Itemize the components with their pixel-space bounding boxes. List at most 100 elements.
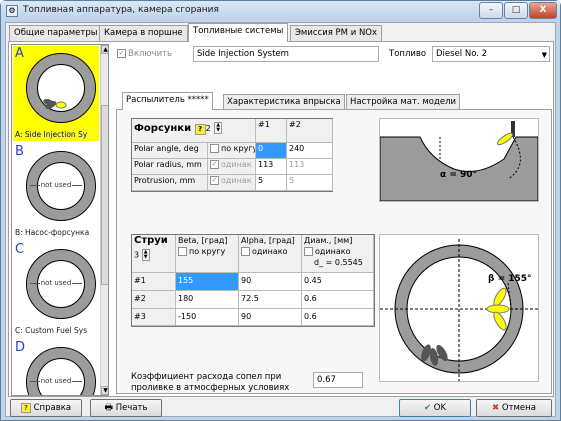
list-item[interactable]: D not used — [13, 340, 99, 395]
jets-title: Струи — [134, 235, 168, 246]
option-label: одинак — [221, 176, 252, 185]
table-cell[interactable]: 0.6 — [302, 291, 374, 309]
table-cell[interactable]: 5 — [287, 175, 333, 191]
help-icon[interactable]: ? — [194, 124, 206, 135]
enable-label: Включить — [128, 49, 173, 59]
chamber-top-icon: β = 155° — [380, 239, 538, 381]
scroll-up-icon[interactable]: ▲ — [101, 45, 108, 54]
ok-label: OK — [433, 403, 447, 413]
table-cell[interactable]: 0.45 — [302, 273, 374, 291]
cancel-label: Отмена — [501, 403, 536, 413]
print-label: Печать — [115, 403, 148, 413]
not-used-label: not used — [13, 377, 99, 385]
table-cell[interactable]: 113 — [287, 159, 333, 175]
chevron-down-icon: ▼ — [541, 51, 547, 59]
table-cell[interactable]: 113 — [256, 159, 287, 175]
close-button[interactable]: X — [529, 2, 557, 19]
not-used-label: not used — [13, 181, 99, 189]
fuel-label: Топливо — [389, 49, 427, 59]
subtab-injection-profile[interactable]: Характеристика впрыска — [223, 94, 345, 109]
table-cell[interactable]: 90 — [239, 273, 302, 291]
beta-angle-label: β = 155° — [488, 274, 532, 284]
tab-general[interactable]: Общие параметры — [9, 25, 103, 41]
side-view-diagram: α = 90° — [379, 118, 539, 202]
window-title: Топливная аппаратура, камера сгорания — [23, 5, 219, 15]
table-cell[interactable]: -150 — [176, 309, 239, 326]
alpha-header: Alpha, [град] одинако — [239, 235, 302, 273]
question-icon: ? — [20, 402, 31, 413]
item-letter: B — [15, 144, 24, 159]
item-caption: A: Side Injection Sy — [15, 130, 88, 139]
table-cell[interactable]: 90 — [239, 309, 302, 326]
injectors-count[interactable]: 2 — [206, 124, 211, 133]
subtab-model-tuning[interactable]: Настройка мат. модели — [346, 94, 461, 109]
coef-label-line1: Коэффициент расхода сопел при — [131, 372, 282, 382]
list-item[interactable]: A A: Side Injection Sy — [13, 46, 99, 141]
list-item[interactable]: C not used C: Custom Fuel Sys — [13, 242, 99, 337]
spinner-icon[interactable]: ▲ ▼ — [141, 249, 150, 261]
injector-col-2: #2 — [287, 119, 333, 143]
enable-checkbox[interactable]: ✓ Включить — [117, 49, 172, 59]
list-scrollbar[interactable]: ▲ ▼ — [100, 45, 108, 395]
spray-icon — [43, 99, 67, 109]
scroll-down-icon[interactable]: ▼ — [101, 386, 108, 395]
alpha-option[interactable]: одинако — [252, 247, 287, 256]
ok-button[interactable]: ✔ OK — [399, 399, 471, 417]
spinner-icon[interactable]: ▲ ▼ — [214, 122, 223, 134]
table-cell[interactable]: 72.5 — [239, 291, 302, 309]
diam-header: Диам., [мм] одинако d_ = 0.5545 — [302, 235, 374, 273]
table-cell[interactable]: 0 — [256, 143, 287, 159]
subtab-sprayer[interactable]: Распылитель ***** — [122, 92, 213, 110]
main-window: ⚙ Топливная аппаратура, камера сгорания … — [0, 0, 561, 421]
table-cell[interactable]: 5 — [256, 175, 287, 191]
tab-emissions[interactable]: Эмиссия PM и NOx — [290, 25, 383, 41]
cancel-button[interactable]: ✖ Отмена — [476, 399, 552, 417]
item-caption: B: Насос-форсунка — [15, 228, 90, 237]
row-label: Polar angle, deg — [132, 143, 208, 159]
table-cell[interactable]: 180 — [176, 291, 239, 309]
coef-label: Коэффициент расхода сопел при проливке в … — [131, 372, 289, 394]
row-label: #3 — [132, 309, 176, 326]
option-label: одинак — [221, 160, 252, 169]
beta-title: Beta, [град] — [178, 236, 228, 245]
fuel-select[interactable]: Diesel No. 2 ▼ — [432, 46, 550, 62]
minimize-button[interactable]: – — [479, 2, 503, 19]
injectors-header: Форсунки ? 2 ▲ ▼ — [132, 119, 256, 143]
row-option[interactable]: по кругу — [208, 143, 256, 159]
help-label: Справка — [33, 403, 72, 413]
printer-icon: 🖶 — [104, 403, 113, 413]
scroll-thumb[interactable] — [101, 105, 108, 285]
maximize-button[interactable]: □ — [504, 2, 528, 19]
print-button[interactable]: 🖶 Печать — [90, 399, 162, 417]
injectors-grid[interactable]: Форсунки ? 2 ▲ ▼ #1 #2 Polar angle, deg по… — [131, 118, 333, 192]
jets-count[interactable]: 3 — [134, 251, 139, 260]
injector-col-1: #1 — [256, 119, 287, 143]
alpha-angle-label: α = 90° — [440, 170, 477, 180]
diam-subtitle: d_ = 0.5545 — [314, 258, 363, 267]
system-name-field[interactable]: Side Injection System — [193, 46, 379, 62]
beta-option[interactable]: по кругу — [189, 247, 225, 256]
tab-fuel-systems[interactable]: Топливные системы — [188, 23, 289, 42]
help-button[interactable]: ? Справка — [10, 399, 82, 417]
row-option[interactable]: ✓ одинак — [208, 175, 256, 191]
tab-piston-chamber[interactable]: Камера в поршне — [99, 25, 188, 41]
cross-icon: ✖ — [492, 403, 500, 413]
row-label: #2 — [132, 291, 176, 309]
coef-label-line2: проливке в атмосферных условиях — [131, 383, 290, 393]
fuel-system-list[interactable]: A A: Side Injection Sy B not used B: Нас… — [11, 44, 109, 396]
table-cell[interactable]: 240 — [287, 143, 333, 159]
coef-input[interactable]: 0.67 — [313, 372, 363, 388]
diam-option[interactable]: одинако — [315, 247, 350, 256]
item-letter: A — [15, 46, 24, 61]
row-label: Polar radius, mm — [132, 159, 208, 175]
app-icon: ⚙ — [6, 5, 18, 17]
dialog-client: Общие параметры Камера в поршне Топливны… — [5, 22, 556, 417]
injectors-title: Форсунки — [134, 123, 192, 134]
row-option[interactable]: ✓ одинак — [208, 159, 256, 175]
chamber-side-icon: α = 90° — [379, 121, 539, 202]
list-item[interactable]: B not used B: Насос-форсунка — [13, 144, 99, 239]
item-caption: C: Custom Fuel Sys — [15, 326, 88, 335]
table-cell[interactable]: 0.6 — [302, 309, 374, 326]
jets-grid[interactable]: Струи 3 ▲ ▼ Beta, [град] по кругу Alpha, [г… — [131, 234, 375, 327]
table-cell[interactable]: 155 — [176, 273, 239, 291]
